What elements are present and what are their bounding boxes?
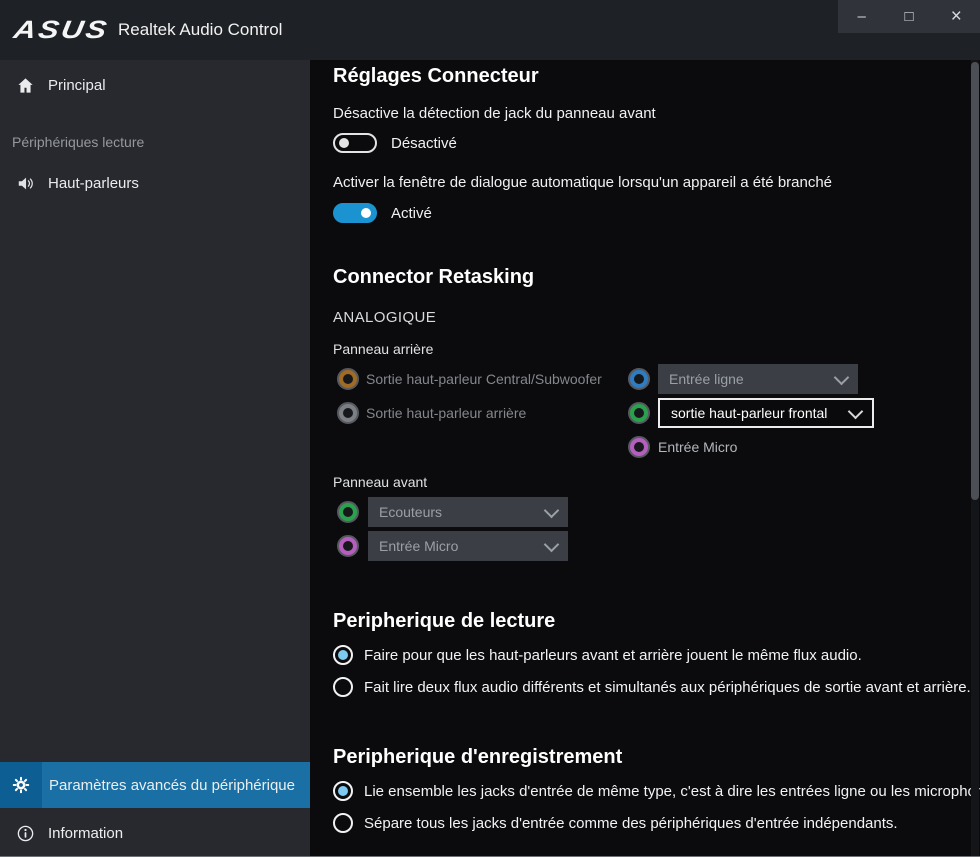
info-icon: [15, 824, 35, 844]
toggle-state-label: Activé: [391, 205, 432, 222]
chevron-down-icon: [834, 369, 850, 385]
asus-logo: ASUS: [14, 16, 114, 45]
sidebar-item-principal[interactable]: Principal: [0, 68, 310, 102]
titlebar: ASUS Realtek Audio Control – □ ×: [0, 0, 980, 60]
jack-row-line-in: Sortie haut-parleur Central/Subwoofer En…: [333, 364, 978, 394]
dropdown-value: Entrée ligne: [669, 371, 744, 387]
jack-row-front-speaker: Sortie haut-parleur arrière sortie haut-…: [333, 398, 978, 428]
maximize-icon: □: [904, 9, 913, 24]
headphone-jack-icon: [337, 501, 359, 523]
auto-popup-dialog-label: Activer la fenêtre de dialogue automatiq…: [333, 174, 832, 191]
chevron-down-icon: [544, 536, 560, 552]
window-controls: – □ ×: [838, 0, 980, 33]
asus-logo-text: ASUS: [11, 16, 111, 45]
maximize-button[interactable]: □: [885, 0, 932, 33]
toggle-state-label: Désactivé: [391, 135, 457, 152]
radio-label: Fait lire deux flux audio différents et …: [364, 679, 971, 696]
jack-row-front-mic: Entrée Micro: [333, 531, 933, 561]
line-in-retask-dropdown[interactable]: Entrée ligne: [658, 364, 858, 394]
radio-label: Faire pour que les haut-parleurs avant e…: [364, 647, 862, 664]
chevron-down-icon: [544, 502, 560, 518]
sidebar-item-label: Haut-parleurs: [48, 175, 139, 192]
dropdown-value: Entrée Micro: [379, 538, 458, 554]
home-icon: [15, 75, 35, 95]
playback-option-same-stream[interactable]: Faire pour que les haut-parleurs avant e…: [333, 644, 862, 666]
rear-panel-rows: Sortie haut-parleur Central/Subwoofer En…: [333, 364, 978, 466]
front-speaker-jack-icon: [628, 402, 650, 424]
front-jack-detection-toggle-row: Désactivé: [333, 132, 457, 154]
toggle-knob: [339, 138, 349, 148]
scrollbar-thumb[interactable]: [971, 62, 979, 500]
recording-option-tie-jacks[interactable]: Lie ensemble les jacks d'entrée de même …: [333, 780, 980, 802]
fixed-jack-label: Sortie haut-parleur arrière: [366, 405, 526, 421]
sidebar-section-peripheriques-lecture: Périphériques lecture: [12, 134, 144, 150]
playback-option-different-streams[interactable]: Fait lire deux flux audio différents et …: [333, 676, 971, 698]
center-subwoofer-jack-icon: [337, 368, 359, 390]
sidebar: Principal Périphériques lecture Haut-par…: [0, 60, 310, 857]
close-button[interactable]: ×: [933, 0, 980, 33]
minimize-icon: –: [857, 9, 865, 24]
jack-row-mic-in: Entrée Micro: [333, 432, 978, 462]
heading-connector-retasking: Connector Retasking: [333, 266, 534, 289]
dropdown-value: sortie haut-parleur frontal: [671, 405, 827, 421]
minimize-button[interactable]: –: [838, 0, 885, 33]
radio-icon[interactable]: [333, 645, 353, 665]
gear-icon: [0, 762, 42, 808]
speaker-icon: [15, 173, 35, 193]
front-mic-retask-dropdown[interactable]: Entrée Micro: [368, 531, 568, 561]
radio-icon[interactable]: [333, 677, 353, 697]
close-icon: ×: [951, 7, 962, 26]
front-speaker-retask-dropdown[interactable]: sortie haut-parleur frontal: [658, 398, 874, 428]
mic-in-jack-icon: [628, 436, 650, 458]
chevron-down-icon: [848, 403, 864, 419]
heading-peripherique-enregistrement: Peripherique d'enregistrement: [333, 746, 622, 769]
heading-peripherique-lecture: Peripherique de lecture: [333, 610, 555, 633]
front-jack-detection-toggle[interactable]: [333, 133, 377, 153]
analog-group-label: ANALOGIQUE: [333, 309, 436, 326]
sidebar-item-information[interactable]: Information: [0, 810, 310, 857]
app-title: Realtek Audio Control: [118, 20, 282, 40]
front-panel-rows: Ecouteurs Entrée Micro: [333, 497, 933, 565]
front-jack-detection-label: Désactive la détection de jack du pannea…: [333, 105, 656, 122]
front-panel-label: Panneau avant: [333, 474, 427, 490]
dropdown-value: Ecouteurs: [379, 504, 442, 520]
sidebar-item-label: Paramètres avancés du périphérique: [49, 777, 295, 794]
jack-row-headphone: Ecouteurs: [333, 497, 933, 527]
heading-reglages-connecteur: Réglages Connecteur: [333, 65, 539, 88]
radio-label: Sépare tous les jacks d'entrée comme des…: [364, 815, 898, 832]
rear-speaker-jack-icon: [337, 402, 359, 424]
headphone-retask-dropdown[interactable]: Ecouteurs: [368, 497, 568, 527]
auto-popup-dialog-toggle[interactable]: [333, 203, 377, 223]
rear-panel-label: Panneau arrière: [333, 341, 433, 357]
scrollbar[interactable]: [971, 60, 979, 857]
sidebar-item-label: Information: [48, 825, 123, 842]
main-content: Réglages Connecteur Désactive la détecti…: [310, 60, 980, 857]
sidebar-item-label: Principal: [48, 77, 106, 94]
front-mic-jack-icon: [337, 535, 359, 557]
radio-icon[interactable]: [333, 781, 353, 801]
line-in-jack-icon: [628, 368, 650, 390]
mic-in-label: Entrée Micro: [658, 439, 737, 455]
radio-label: Lie ensemble les jacks d'entrée de même …: [364, 783, 980, 800]
sidebar-item-advanced-settings[interactable]: Paramètres avancés du périphérique: [0, 762, 310, 808]
radio-icon[interactable]: [333, 813, 353, 833]
recording-option-separate-jacks[interactable]: Sépare tous les jacks d'entrée comme des…: [333, 812, 898, 834]
fixed-jack-label: Sortie haut-parleur Central/Subwoofer: [366, 371, 602, 387]
auto-popup-dialog-toggle-row: Activé: [333, 202, 432, 224]
toggle-knob: [361, 208, 371, 218]
sidebar-item-haut-parleurs[interactable]: Haut-parleurs: [0, 166, 310, 200]
